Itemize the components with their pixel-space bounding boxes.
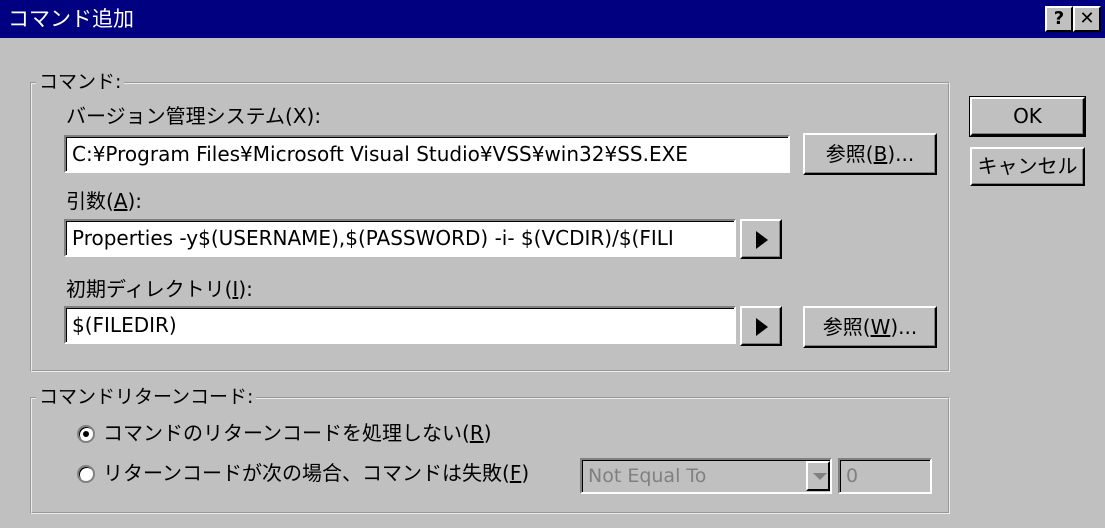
command-group-title: コマンド: — [36, 69, 125, 95]
right-triangle-icon — [756, 318, 768, 336]
args-input[interactable]: Properties -y$(USERNAME),$(PASSWORD) -i-… — [64, 219, 736, 257]
window-title: コマンド追加 — [8, 7, 134, 31]
args-label: 引数(A): — [66, 189, 143, 213]
help-icon: ? — [1053, 8, 1065, 29]
initdir-input[interactable]: $(FILEDIR) — [64, 306, 736, 344]
radio-selected-dot — [83, 431, 89, 437]
radio-fail-on-code[interactable] — [77, 465, 95, 483]
close-icon: ✕ — [1079, 8, 1095, 29]
ok-button[interactable]: OK — [969, 96, 1086, 137]
return-code-groupbox: コマンドリターンコード: — [30, 384, 950, 514]
close-button[interactable]: ✕ — [1073, 6, 1101, 32]
return-code-group-title: コマンドリターンコード: — [36, 384, 257, 410]
title-bar: コマンド追加 ? ✕ — [0, 0, 1105, 38]
right-triangle-icon — [756, 231, 768, 249]
radio-fail-label[interactable]: リターンコードが次の場合、コマンドは失敗(F) — [103, 460, 529, 486]
args-macro-button[interactable] — [740, 219, 782, 259]
browse-vcs-button[interactable]: 参照(B)... — [803, 133, 937, 175]
vcs-path-input[interactable]: C:¥Program Files¥Microsoft Visual Studio… — [64, 135, 790, 173]
radio-ignore-label[interactable]: コマンドのリターンコードを処理しない(R) — [103, 420, 492, 446]
initdir-label: 初期ディレクトリ(I): — [66, 277, 253, 301]
radio-ignore-return-code[interactable] — [77, 425, 95, 443]
chevron-down-icon — [813, 473, 827, 480]
vcs-label: バージョン管理システム(X): — [66, 104, 322, 128]
browse-initdir-button[interactable]: 参照(W)... — [803, 306, 937, 348]
cancel-button[interactable]: キャンセル — [970, 147, 1085, 186]
help-button[interactable]: ? — [1045, 6, 1073, 32]
condition-select[interactable]: Not Equal To — [580, 458, 832, 494]
initdir-macro-button[interactable] — [740, 306, 782, 346]
return-code-input[interactable]: 0 — [838, 458, 932, 494]
condition-dropdown-button[interactable] — [806, 461, 830, 491]
